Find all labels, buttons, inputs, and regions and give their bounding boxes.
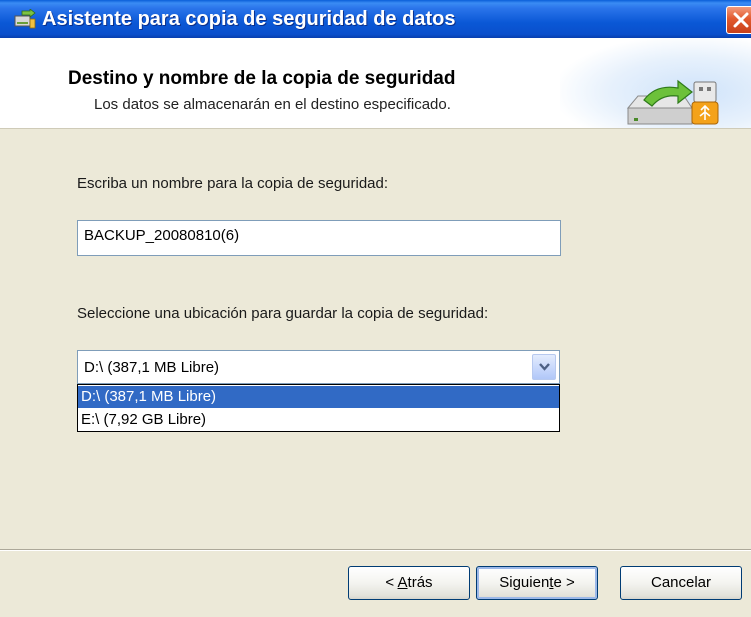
location-option-e[interactable]: E:\ (7,92 GB Libre) [78, 409, 559, 431]
location-selected-value: D:\ (387,1 MB Libre) [84, 359, 220, 376]
backup-name-input[interactable]: BACKUP_20080810(6) [77, 220, 561, 256]
location-option-d[interactable]: D:\ (387,1 MB Libre) [78, 386, 559, 408]
chevron-down-icon [539, 363, 550, 371]
page-subtitle: Los datos se almacenarán en el destino e… [94, 96, 451, 113]
backup-wizard-window: Asistente para copia de seguridad de dat… [0, 0, 751, 617]
window-title: Asistente para copia de seguridad de dat… [42, 8, 456, 30]
back-label-rest: trás [407, 574, 433, 591]
name-label: Escriba un nombre para la copia de segur… [77, 175, 389, 192]
back-label-prefix: < [385, 574, 398, 591]
combo-dropdown-button[interactable] [532, 354, 556, 380]
wizard-header: Destino y nombre de la copia de segurida… [0, 38, 751, 129]
button-bar-divider [0, 549, 751, 551]
back-button[interactable]: < Atrás [348, 566, 470, 600]
close-icon [733, 12, 749, 28]
location-label: Seleccione una ubicación para guardar la… [77, 305, 489, 322]
title-bar[interactable]: Asistente para copia de seguridad de dat… [0, 0, 751, 38]
location-combobox[interactable]: D:\ (387,1 MB Libre) [77, 350, 560, 384]
next-label-rest: e > [553, 574, 575, 591]
close-button[interactable] [726, 6, 751, 34]
next-button[interactable]: Siguiente > [476, 566, 598, 600]
back-label-mnemonic: A [397, 574, 408, 591]
cancel-button[interactable]: Cancelar [620, 566, 742, 600]
drive-to-usb-icon [622, 78, 732, 131]
backup-wizard-icon [14, 8, 36, 29]
location-dropdown-list: D:\ (387,1 MB Libre) E:\ (7,92 GB Libre) [77, 384, 560, 432]
page-title: Destino y nombre de la copia de segurida… [68, 68, 456, 89]
next-label-prefix: Siguien [499, 574, 550, 591]
